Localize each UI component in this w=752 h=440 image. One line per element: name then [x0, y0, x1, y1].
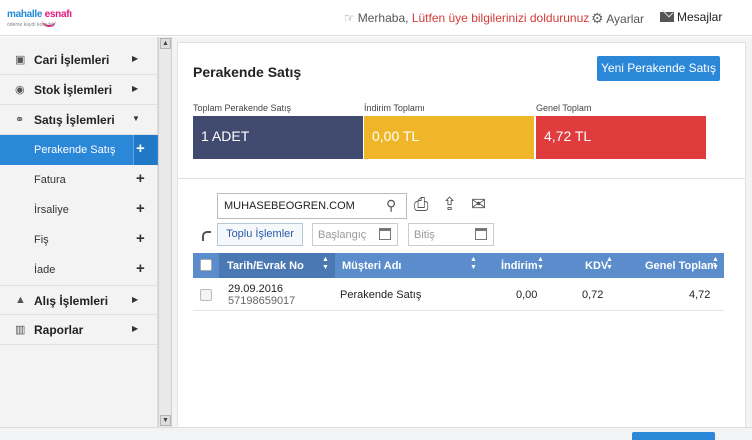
search-input[interactable]: MUHASEBEOGREN.COM ⚲ [217, 193, 407, 219]
sidebar-scrollbar[interactable]: ▲ ▼ [158, 37, 172, 427]
calendar-icon[interactable] [379, 228, 391, 240]
header-customer[interactable]: Müşteri Adı [342, 260, 402, 272]
mail-icon[interactable]: ✉ [471, 194, 486, 215]
sort-icon[interactable]: ▲ ▼ [470, 256, 477, 272]
sort-icon[interactable]: ▲ ▼ [537, 256, 544, 272]
sort-icon[interactable]: ▲ ▼ [606, 256, 613, 272]
new-retail-sale-button[interactable]: Yeni Perakende Satış [597, 56, 720, 81]
sort-icon[interactable]: ▲ ▼ [712, 256, 719, 272]
export-icon[interactable]: ⇪ [442, 194, 457, 215]
top-bar: mahalle esnafı ödeme kaydı kolaylığı ☞ Me… [0, 0, 752, 36]
greeting: ☞ Merhaba, Lütfen üye bilgilerinizi doldu… [344, 11, 590, 25]
cell-discount: 0,00 [516, 289, 538, 301]
sidebar-sub-fatura[interactable]: Fatura + [0, 165, 158, 195]
plus-icon[interactable]: + [136, 200, 145, 217]
chevron-right-icon: ▶ [132, 54, 139, 63]
cell-doc-no: 57198659017 [228, 295, 296, 307]
sidebar-item-alis[interactable]: ▲ Alış İşlemleri ▶ [0, 285, 158, 315]
search-icon[interactable]: ⚲ [386, 197, 396, 214]
settings-link[interactable]: ⚙ Ayarlar [591, 10, 644, 27]
bottom-action-button[interactable] [632, 432, 715, 440]
logo[interactable]: mahalle esnafı ödeme kaydı kolaylığı [7, 6, 87, 32]
summary-card-discount: İndirim Toplamı 0,00 TL [364, 103, 534, 167]
table-row[interactable]: 29.09.2016 57198659017 Perakende Satış 0… [193, 280, 724, 311]
print-icon[interactable]: ⎙ [414, 194, 428, 215]
header-grand-total[interactable]: Genel Toplam [645, 260, 717, 272]
select-all-checkbox[interactable] [200, 259, 212, 271]
plus-icon[interactable]: + [136, 230, 145, 247]
address-card-icon: ▣ [15, 54, 26, 66]
sidebar-item-satis[interactable]: ⚭ Satış İşlemleri ▼ [0, 105, 158, 135]
summary-panel: Perakende Satış Yeni Perakende Satış Top… [177, 42, 746, 179]
sidebar-item-cari[interactable]: ▣ Cari İşlemleri ▶ [0, 45, 158, 75]
basket-icon: ▲ [15, 294, 26, 306]
summary-card-grand-total: Genel Toplam 4,72 TL [536, 103, 706, 167]
messages-link[interactable]: Mesajlar [660, 10, 722, 24]
chevron-right-icon: ▶ [132, 324, 139, 333]
scroll-down-icon[interactable]: ▼ [160, 415, 171, 426]
cell-date: 29.09.2016 [228, 283, 284, 295]
chevron-down-icon: ▼ [132, 114, 140, 123]
header-vat[interactable]: KDV [585, 260, 608, 272]
main-content: Perakende Satış Yeni Perakende Satış Top… [172, 37, 752, 440]
cell-customer: Perakende Satış [340, 289, 422, 301]
bulk-actions-button[interactable]: Toplu İşlemler [217, 223, 303, 246]
bar-chart-icon: ▥ [15, 324, 26, 336]
box-icon: ◉ [15, 84, 25, 96]
logo-text: mahalle esnafı [7, 9, 72, 20]
row-checkbox[interactable] [200, 289, 212, 301]
plus-icon[interactable]: + [136, 170, 145, 187]
scroll-up-icon[interactable]: ▲ [160, 38, 171, 49]
bulk-arrow-icon [202, 231, 211, 241]
sidebar-sub-fis[interactable]: Fiş + [0, 225, 158, 255]
sales-list-panel: MUHASEBEOGREN.COM ⚲ ⎙ ⇪ ✉ Toplu İşlemler… [177, 179, 746, 437]
sort-icon[interactable]: ▲ ▼ [322, 256, 329, 272]
sidebar-sub-perakende-satis[interactable]: Perakende Satış + [0, 135, 158, 165]
date-end-field[interactable]: Bitiş [408, 223, 494, 246]
gear-icon: ⚙ [591, 10, 604, 26]
cell-total: 4,72 [689, 289, 711, 301]
handshake-icon: ⚭ [15, 114, 25, 126]
logo-tagline: ödeme kaydı kolaylığı [7, 22, 56, 28]
chevron-right-icon: ▶ [132, 295, 139, 304]
sidebar-sub-irsaliye[interactable]: İrsaliye + [0, 195, 158, 225]
page-title: Perakende Satış [193, 64, 302, 80]
sidebar-item-raporlar[interactable]: ▥ Raporlar ▶ [0, 315, 158, 345]
sidebar-item-stok[interactable]: ◉ Stok İşlemleri ▶ [0, 75, 158, 105]
calendar-icon[interactable] [475, 228, 487, 240]
envelope-icon [660, 12, 674, 22]
header-discount[interactable]: İndirim [501, 260, 538, 272]
header-date-docno[interactable]: Tarih/Evrak No [227, 260, 304, 272]
sidebar-sub-iade[interactable]: İade + [0, 255, 158, 285]
hand-icon: ☞ [344, 11, 355, 25]
bottom-bar [0, 427, 752, 440]
summary-card-total-sales: Toplam Perakende Satış 1 ADET [193, 103, 363, 167]
plus-icon[interactable]: + [136, 260, 145, 277]
cell-vat: 0,72 [582, 289, 604, 301]
sidebar: ▣ Cari İşlemleri ▶ ◉ Stok İşlemleri ▶ ⚭ … [0, 37, 158, 427]
plus-icon: + [136, 140, 145, 157]
profile-warning-link[interactable]: Lütfen üye bilgilerinizi doldurunuz [412, 11, 589, 25]
date-start-field[interactable]: Başlangıç [312, 223, 398, 246]
table-header: Tarih/Evrak No ▲ ▼ Müşteri Adı ▲ ▼ İndirim… [193, 253, 724, 278]
chevron-right-icon: ▶ [132, 84, 139, 93]
